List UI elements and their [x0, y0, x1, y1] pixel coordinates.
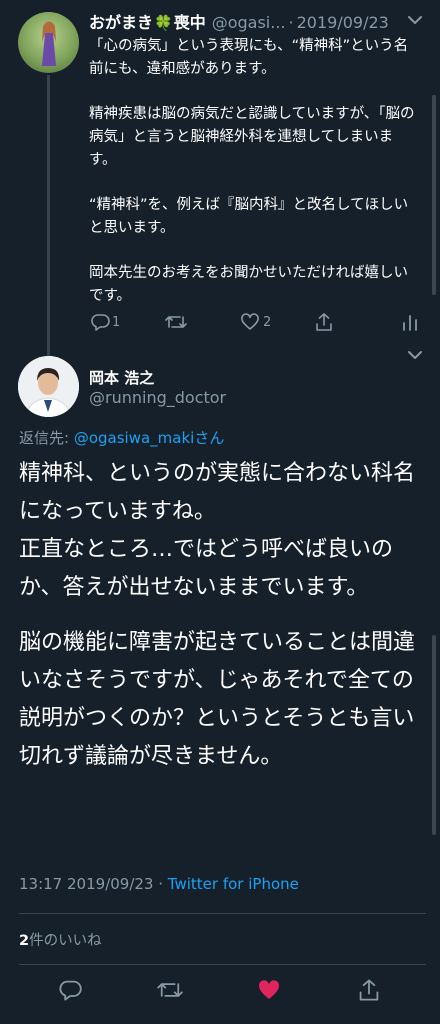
tweet-source-link[interactable]: Twitter for iPhone: [168, 875, 299, 893]
reply-icon: [59, 980, 82, 1001]
like-icon: [241, 313, 259, 330]
display-name-status: 喪中: [173, 13, 206, 32]
avatar[interactable]: [18, 356, 79, 417]
user-handle[interactable]: @ogasi...: [212, 13, 286, 32]
divider: [19, 964, 426, 965]
retweet-icon: [165, 316, 187, 328]
reply-to-handle-link[interactable]: @ogasiwa_maki: [74, 429, 195, 447]
reply-count: 1: [112, 314, 121, 330]
replying-to: 返信先: @ogasiwa_makiさん: [19, 427, 224, 448]
analytics-button[interactable]: [401, 312, 419, 332]
meta-separator: ·: [153, 875, 168, 893]
main-tweet-text: 精神科、というのが実態に合わない科名になっていますね。 正直なところ…ではどう呼…: [19, 455, 419, 776]
reply-suffix: さん: [194, 429, 225, 447]
share-icon: [316, 313, 332, 331]
thread-connector-line: [47, 75, 50, 358]
tweet-paragraph: 精神疾患は脳の病気だと認識していますが、「脳の病気」と言うと脳神経外科を連想して…: [89, 106, 415, 168]
display-name[interactable]: 岡本 浩之: [89, 367, 154, 388]
tweet-meta: 13:17 2019/09/23 · Twitter for iPhone: [19, 875, 299, 893]
retweet-button[interactable]: [157, 978, 183, 1002]
divider: [19, 913, 426, 914]
header-separator: ·: [288, 13, 294, 32]
tweet-paragraph: 「心の病気」という表現にも、“精神科”という名前にも、違和感があります。: [89, 38, 409, 77]
reply-button[interactable]: 1: [90, 312, 120, 332]
tweet-paragraph: 脳の機能に障害が起きていることは間違いなさそうですが、じゃあそれで全ての説明がつ…: [19, 630, 416, 769]
chevron-down-icon[interactable]: [406, 11, 424, 29]
tweet-paragraph: 岡本先生のお考えをお聞かせいただければ嬉しいです。: [89, 265, 408, 304]
retweet-button[interactable]: [165, 312, 187, 332]
retweet-icon: [157, 983, 183, 997]
like-count: 2: [263, 314, 272, 330]
share-icon: [359, 979, 379, 1001]
scrollbar[interactable]: [432, 635, 436, 835]
tweet-date[interactable]: 2019/09/23: [297, 13, 389, 32]
tweet-time: 13:17: [19, 875, 63, 893]
likes-count: 2: [19, 933, 30, 949]
share-button[interactable]: [357, 978, 381, 1002]
like-button-active[interactable]: [257, 978, 281, 1002]
reply-button[interactable]: [58, 978, 82, 1002]
avatar-figure: [18, 356, 79, 417]
tweet-date: 2019/09/23: [67, 875, 154, 893]
likes-summary[interactable]: 2件のいいね: [19, 929, 102, 950]
parent-tweet-header: おがまき🍀喪中 @ogasi... · 2019/09/23: [89, 9, 429, 32]
like-icon: [259, 980, 279, 999]
display-name[interactable]: おがまき: [89, 13, 153, 32]
avatar[interactable]: [18, 12, 79, 73]
reply-prefix: 返信先:: [19, 429, 74, 447]
like-button[interactable]: 2: [240, 312, 271, 332]
tweet-paragraph: 精神科、というのが実態に合わない科名になっていますね。 正直なところ…ではどう呼…: [19, 461, 416, 600]
share-button[interactable]: [314, 312, 334, 332]
chevron-down-icon[interactable]: [406, 346, 424, 364]
reply-icon: [91, 314, 110, 331]
analytics-icon: [403, 315, 417, 331]
clover-icon: 🍀: [154, 14, 173, 32]
user-handle[interactable]: @running_doctor: [89, 388, 226, 407]
likes-label: 件のいいね: [29, 933, 102, 949]
parent-tweet-text: 「心の病気」という表現にも、“精神科”という名前にも、違和感があります。 精神疾…: [89, 35, 419, 308]
scrollbar[interactable]: [432, 95, 436, 295]
avatar-figure: [42, 21, 56, 66]
tweet-paragraph: “精神科”を、例えば『脳内科』と改名してほしいと思います。: [89, 197, 409, 236]
